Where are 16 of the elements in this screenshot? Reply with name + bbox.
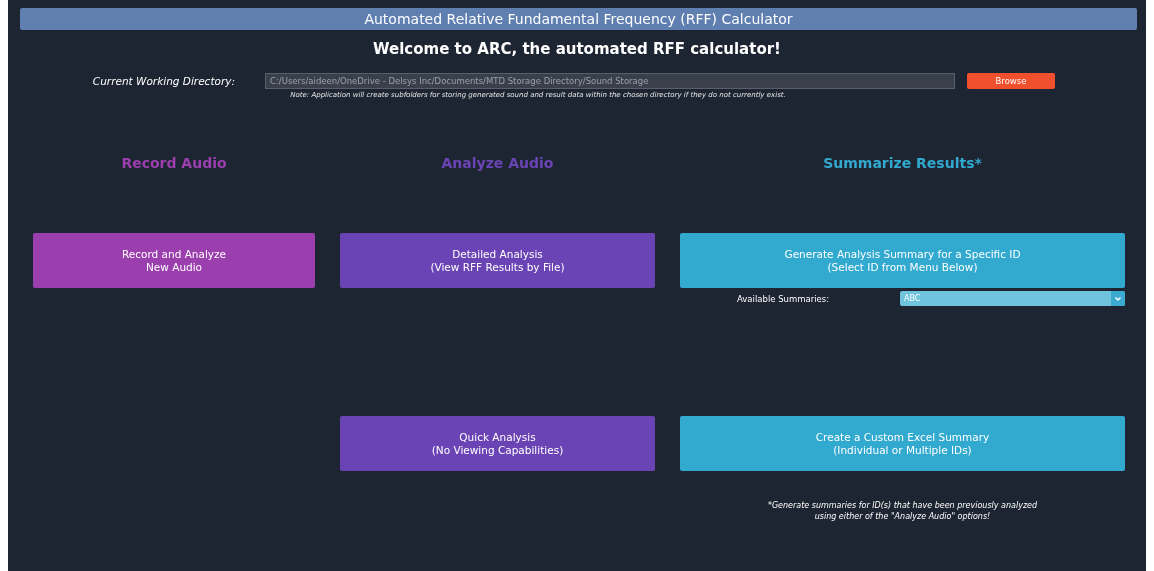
directory-field[interactable]: C:/Users/aideen/OneDrive - Delsys Inc/Documents/MTD Storage Directory/Sound Storage <box>265 73 955 89</box>
browse-button[interactable]: Browse <box>967 73 1055 89</box>
action-button[interactable]: Detailed Analysis (View RFF Results by File) <box>340 233 655 288</box>
section-heading: Analyze Audio <box>440 155 555 173</box>
action-button[interactable]: Create a Custom Excel Summary (Individual or Multiple IDs) <box>680 416 1125 471</box>
action-button[interactable]: Record and Analyze New Audio <box>33 233 315 288</box>
section-heading: Summarize Results* <box>822 155 983 173</box>
section-heading: Record Audio <box>120 155 228 173</box>
summaries-label: Available Summaries: <box>736 293 831 304</box>
footnote: *Generate summaries for ID(s) that have been previously analyzed using either of the "Analyze Audio" options! <box>766 500 1039 522</box>
action-button[interactable]: Quick Analysis (No Viewing Capabilities) <box>340 416 655 471</box>
window-title: Automated Relative Fundamental Frequency (RFF) Calculator <box>20 8 1137 30</box>
caret-icon <box>1111 291 1125 306</box>
welcome-heading: Welcome to ARC, the automated RFF calculator! <box>372 40 782 58</box>
action-button[interactable]: Generate Analysis Summary for a Specific ID (Select ID from Menu Below) <box>680 233 1125 288</box>
directory-label: Current Working Directory: <box>91 75 236 87</box>
